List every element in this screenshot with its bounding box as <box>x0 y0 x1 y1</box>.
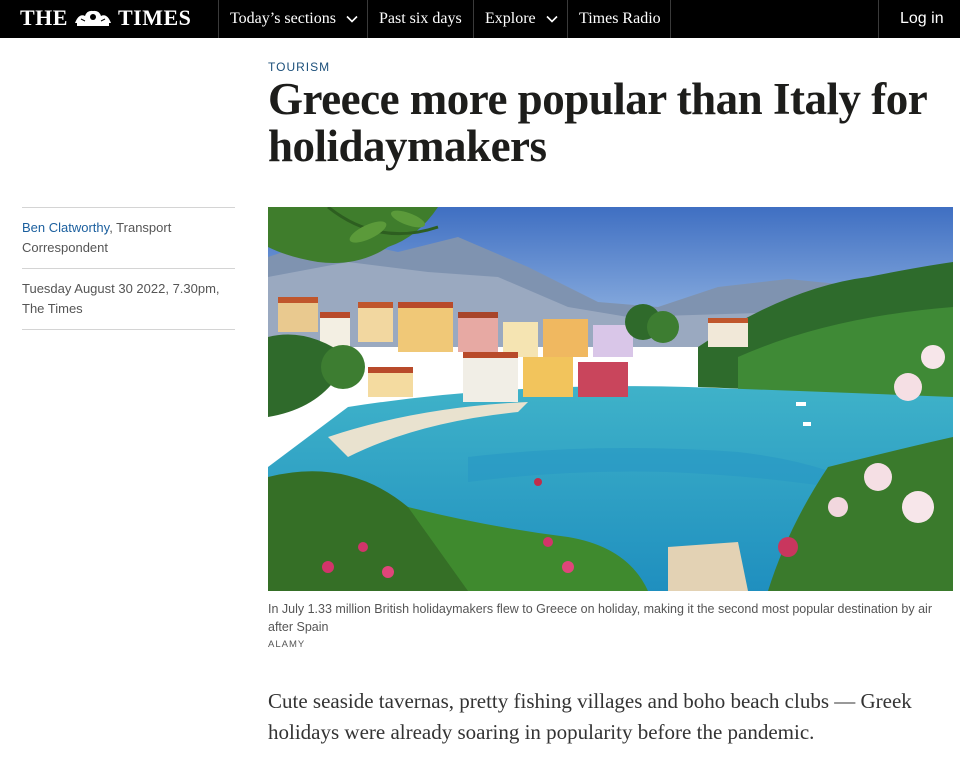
article-headline: Greece more popular than Italy for holid… <box>268 74 927 171</box>
nav-past-six-days[interactable]: Past six days <box>367 0 473 38</box>
nav-past-six-days-label: Past six days <box>379 10 462 27</box>
image-credit: ALAMY <box>268 639 306 650</box>
logo-text-the: THE <box>20 5 68 30</box>
nav-times-radio-label: Times Radio <box>579 10 661 27</box>
nav-todays-sections[interactable]: Today’s sections <box>218 0 367 38</box>
article-intro-paragraph: Cute seaside tavernas, pretty fishing vi… <box>268 689 912 744</box>
logo-text-times: TIMES <box>117 5 192 30</box>
publish-date: Tuesday August 30 2022, 7.30pm, The Time… <box>22 281 220 316</box>
section-label[interactable]: TOURISM <box>268 60 330 74</box>
image-caption: In July 1.33 million British holidaymake… <box>268 602 932 634</box>
crest-icon <box>74 10 111 26</box>
byline: Ben Clatworthy, Transport Correspondent … <box>22 207 235 330</box>
times-logo[interactable]: THE TIMES <box>20 4 191 32</box>
hero-image <box>268 207 953 591</box>
nav-explore[interactable]: Explore <box>473 0 568 38</box>
login-button[interactable]: Log in <box>878 0 960 38</box>
chevron-down-icon <box>546 15 558 23</box>
author-link[interactable]: Ben Clatworthy <box>22 220 109 235</box>
login-button-label: Log in <box>900 10 944 27</box>
hero-image-illustration <box>268 207 953 591</box>
byline-author-row: Ben Clatworthy, Transport Correspondent <box>22 207 235 268</box>
nav-times-radio[interactable]: Times Radio <box>567 0 671 38</box>
top-navigation-bar: THE TIMES Today’s sections Past six days… <box>0 0 960 38</box>
nav-explore-label: Explore <box>485 10 536 27</box>
byline-date-row: Tuesday August 30 2022, 7.30pm, The Time… <box>22 268 235 330</box>
nav-todays-sections-label: Today’s sections <box>230 10 336 27</box>
chevron-down-icon <box>346 15 358 23</box>
